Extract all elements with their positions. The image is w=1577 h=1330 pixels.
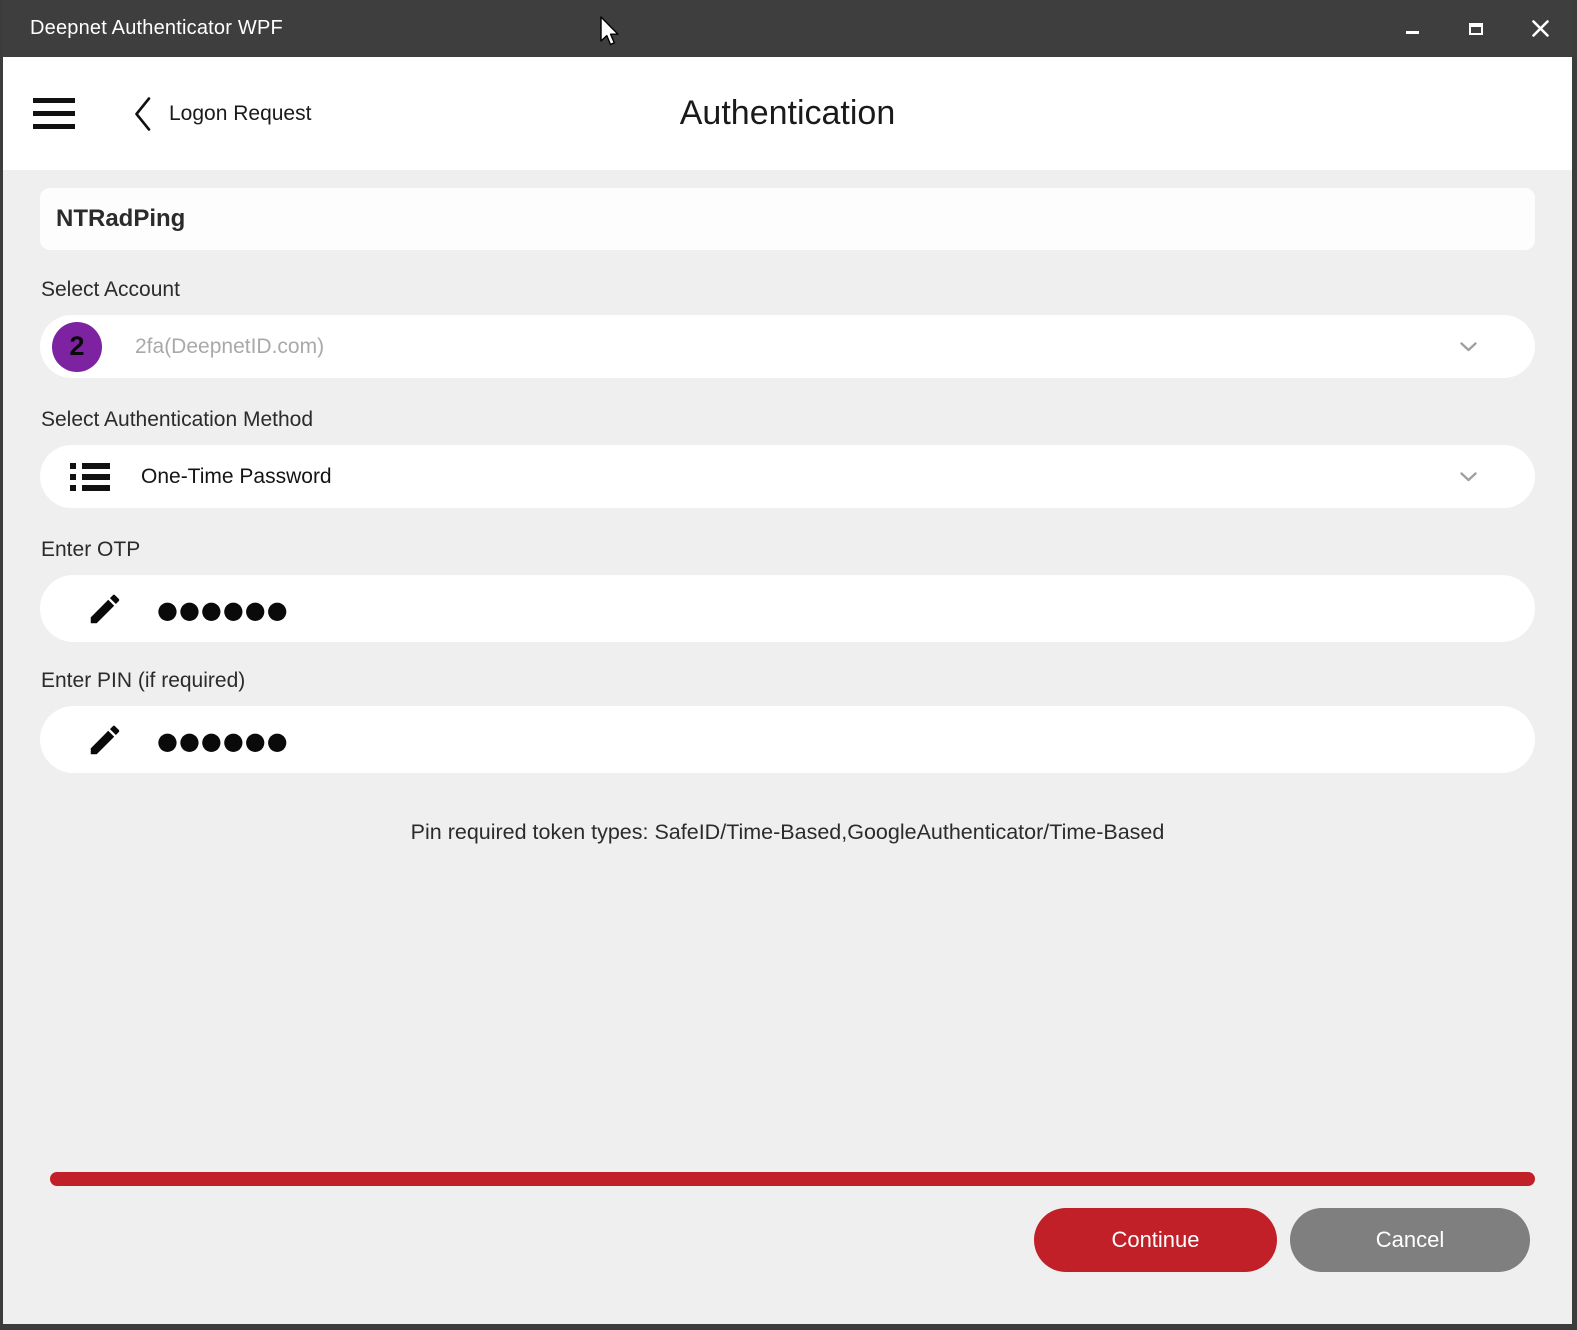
cancel-button[interactable]: Cancel	[1290, 1208, 1530, 1272]
method-label: Select Authentication Method	[41, 408, 314, 431]
progress-bar-fill	[50, 1172, 1535, 1186]
main-content: NTRadPing Select Account 2 2fa(DeepnetID…	[3, 170, 1572, 1324]
hamburger-icon	[33, 111, 75, 116]
continue-button[interactable]: Continue	[1034, 1208, 1277, 1272]
otp-label: Enter OTP	[41, 538, 141, 561]
menu-button[interactable]	[33, 98, 75, 129]
minimize-icon	[1405, 31, 1419, 34]
minimize-button[interactable]	[1380, 0, 1444, 57]
footer-buttons: Continue Cancel	[40, 1208, 1530, 1272]
chevron-down-icon	[1460, 471, 1477, 482]
window-title: Deepnet Authenticator WPF	[30, 17, 283, 39]
otp-input[interactable]: ●●●●●●	[40, 575, 1535, 642]
window-controls	[1380, 0, 1572, 57]
pin-input[interactable]: ●●●●●●	[40, 706, 1535, 773]
back-label: Logon Request	[169, 101, 312, 125]
method-selected-value: One-Time Password	[141, 464, 332, 488]
close-icon	[1531, 20, 1549, 37]
pin-note: Pin required token types: SafeID/Time-Ba…	[410, 820, 1165, 844]
hamburger-icon	[33, 124, 75, 129]
otp-masked-value: ●●●●●●	[157, 595, 289, 624]
back-button[interactable]: Logon Request	[133, 96, 311, 132]
close-button[interactable]	[1508, 0, 1572, 57]
account-select[interactable]: 2 2fa(DeepnetID.com)	[40, 315, 1535, 378]
list-icon	[70, 462, 110, 492]
account-badge: 2	[52, 321, 102, 372]
maximize-button[interactable]	[1444, 0, 1508, 57]
page-header: Logon Request Authentication	[3, 57, 1572, 170]
pencil-icon	[86, 721, 124, 759]
chevron-down-icon	[1460, 341, 1477, 352]
hamburger-icon	[33, 98, 75, 103]
app-name-card: NTRadPing	[40, 188, 1535, 250]
pin-label: Enter PIN (if required)	[41, 669, 246, 692]
account-selected-value: 2fa(DeepnetID.com)	[135, 334, 325, 358]
pencil-icon	[86, 590, 124, 628]
maximize-icon	[1469, 22, 1483, 35]
progress-bar	[50, 1172, 1535, 1186]
back-chevron-icon	[135, 96, 151, 131]
pin-masked-value: ●●●●●●	[157, 726, 289, 755]
method-select[interactable]: One-Time Password	[40, 445, 1535, 508]
title-bar: Deepnet Authenticator WPF	[3, 0, 1572, 57]
app-window: Deepnet Authenticator WPF Logon Request …	[0, 0, 1577, 1330]
app-name: NTRadPing	[56, 205, 186, 232]
account-label: Select Account	[41, 278, 180, 301]
